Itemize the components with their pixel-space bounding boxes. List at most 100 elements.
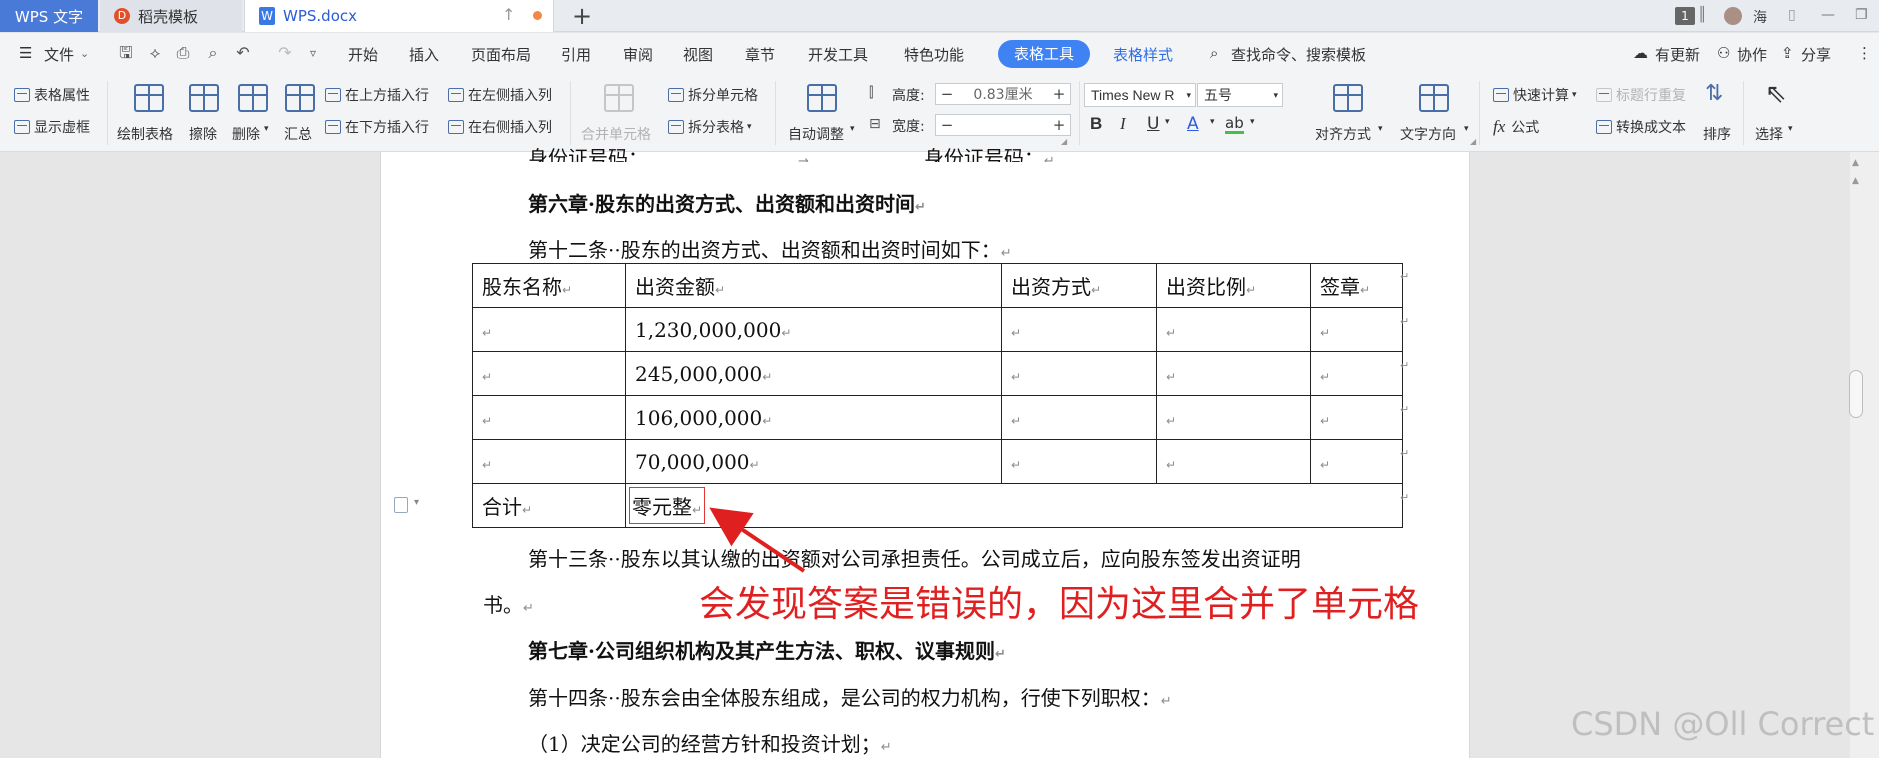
insert-row-below-button[interactable]: 在下方插入行 [325,117,429,137]
more-quick-access-icon[interactable]: ▿ [303,43,323,63]
bold-button[interactable]: B [1090,114,1102,134]
menu-bar-icon[interactable]: ▯ [1788,7,1796,23]
hamburger-icon[interactable]: ☰ [19,44,32,62]
menu-tab-chapter[interactable]: 章节 [745,44,775,65]
print-preview-icon[interactable]: ⌕ [203,43,223,63]
show-gridlines-button[interactable]: 显示虚框 [14,117,90,137]
collaborate-button[interactable]: 协作 [1737,44,1767,65]
dropdown-caret-icon[interactable]: ▾ [1210,117,1215,127]
menu-tab-references[interactable]: 引用 [561,44,591,65]
formula-button[interactable]: fx 公式 [1493,117,1539,137]
chevron-down-icon[interactable]: ⌄ [80,47,89,60]
scroll-up-icon[interactable]: ▲ [1852,176,1859,186]
highlight-button[interactable]: ab [1225,115,1244,134]
format-painter-icon[interactable]: ⟡ [145,43,165,63]
table-cell[interactable]: ↵ [1156,351,1311,396]
dropdown-caret-icon[interactable]: ▾ [1250,117,1255,127]
print-icon[interactable]: ⎙ [173,43,193,63]
tab-daoke-templates[interactable]: D 稻壳模板 [100,0,242,32]
menu-tab-layout[interactable]: 页面布局 [471,44,531,65]
collaborate-icon[interactable]: ⚇ [1717,44,1730,62]
minimize-icon[interactable]: — [1821,7,1835,23]
capital-contribution-table[interactable]: 股东名称↵ 出资金额↵ 出资方式↵ 出资比例↵ 签章↵ ↵ 1,230,000,… [472,263,1403,528]
page-count-badge[interactable]: 1 [1675,7,1695,25]
insert-col-right-button[interactable]: 在右侧插入列 [448,117,552,137]
decrease-height-button[interactable]: − [936,85,958,103]
expand-icon[interactable]: ◢ [1470,137,1476,146]
user-name[interactable]: 海 [1753,7,1767,27]
table-cell[interactable]: ↵ [472,351,626,396]
table-cell[interactable]: ↵ [472,395,626,440]
search-icon[interactable]: ⌕ [1210,44,1218,62]
table-cell[interactable]: ↵ [1310,307,1403,352]
table-cell[interactable]: ↵ [1001,395,1157,440]
table-cell[interactable]: ↵ [472,307,626,352]
font-color-button[interactable]: A [1187,114,1199,134]
command-search[interactable]: 查找命令、搜索模板 [1231,44,1366,65]
font-size-select[interactable]: 五号 ▾ [1197,83,1283,107]
amount-cell[interactable]: 106,000,000↵ [625,395,1002,440]
menu-tab-developer[interactable]: 开发工具 [808,44,868,65]
table-cell[interactable]: ↵ [1156,439,1311,484]
table-cell[interactable]: ↵ [472,439,626,484]
split-table-button[interactable]: 拆分表格 ▾ [668,117,752,137]
col-width-field[interactable]: − + [935,114,1071,136]
table-properties-button[interactable]: 表格属性 [14,85,90,105]
menu-tab-review[interactable]: 审阅 [623,44,653,65]
table-cell[interactable]: ↵ [1310,395,1403,440]
row-height-field[interactable]: − 0.83厘米 + [935,83,1071,105]
insert-row-above-button[interactable]: 在上方插入行 [325,85,429,105]
menu-file[interactable]: 文件 [44,44,74,65]
repeat-header-button[interactable]: 标题行重复 [1596,85,1686,105]
scrollbar-thumb[interactable] [1849,370,1863,418]
tab-wps-writer[interactable]: WPS 文字 [0,0,98,32]
header-cell[interactable]: 出资比例↵ [1156,263,1311,308]
avatar[interactable] [1724,7,1742,25]
table-cell[interactable]: ↵ [1156,307,1311,352]
menu-tab-view[interactable]: 视图 [683,44,713,65]
amount-cell[interactable]: 1,230,000,000↵ [625,307,1002,352]
split-cells-button[interactable]: 拆分单元格 [668,85,758,105]
header-cell[interactable]: 出资金额↵ [625,263,1002,308]
increase-height-button[interactable]: + [1048,85,1070,103]
amount-cell[interactable]: 245,000,000↵ [625,351,1002,396]
decrease-width-button[interactable]: − [936,116,958,134]
undo-icon[interactable]: ↶ [233,43,253,63]
font-name-select[interactable]: Times New R ▾ [1084,83,1196,107]
redo-icon[interactable]: ↷ [275,43,295,63]
more-icon[interactable]: ⋮ [1857,44,1872,62]
amount-cell[interactable]: 70,000,000↵ [625,439,1002,484]
header-cell[interactable]: 股东名称↵ [472,263,626,308]
menu-tab-table-style[interactable]: 表格样式 [1113,44,1173,65]
restore-icon[interactable]: ❐ [1855,7,1868,23]
total-label-cell[interactable]: 合计↵ [472,483,626,528]
italic-button[interactable]: I [1120,114,1126,134]
table-cell[interactable]: ↵ [1001,351,1157,396]
increase-width-button[interactable]: + [1048,116,1070,134]
table-cell[interactable]: ↵ [1001,439,1157,484]
share-icon[interactable]: ⇪ [1781,44,1794,62]
menu-tab-table-tools[interactable]: 表格工具 [998,40,1091,68]
scroll-up-icon[interactable]: ▲ [1852,158,1859,168]
vertical-scrollbar[interactable] [1850,152,1879,758]
paragraph-options-icon[interactable] [394,497,408,513]
header-cell[interactable]: 出资方式↵ [1001,263,1157,308]
convert-to-text-button[interactable]: 转换成文本 [1596,117,1686,137]
quick-calc-button[interactable]: 快速计算 ▾ [1493,85,1577,105]
menu-tab-start[interactable]: 开始 [348,44,378,65]
update-button[interactable]: 有更新 [1655,44,1700,65]
dropdown-caret-icon[interactable]: ▾ [414,497,419,508]
table-cell[interactable]: ↵ [1310,351,1403,396]
insert-col-left-button[interactable]: 在左侧插入列 [448,85,552,105]
header-cell[interactable]: 签章↵ [1310,263,1403,308]
window-list-icon[interactable]: ║ [1698,7,1706,23]
dropdown-caret-icon[interactable]: ▾ [1165,117,1170,127]
table-cell[interactable]: ↵ [1156,395,1311,440]
cloud-update-icon[interactable]: ☁ [1633,44,1648,62]
save-icon[interactable]: 🖫 [116,43,136,63]
upload-arrow-icon[interactable]: ↑ [502,5,515,24]
table-cell[interactable]: ↵ [1001,307,1157,352]
share-button[interactable]: 分享 [1801,44,1831,65]
new-tab-plus-icon[interactable]: + [572,2,592,30]
table-cell[interactable]: ↵ [1310,439,1403,484]
